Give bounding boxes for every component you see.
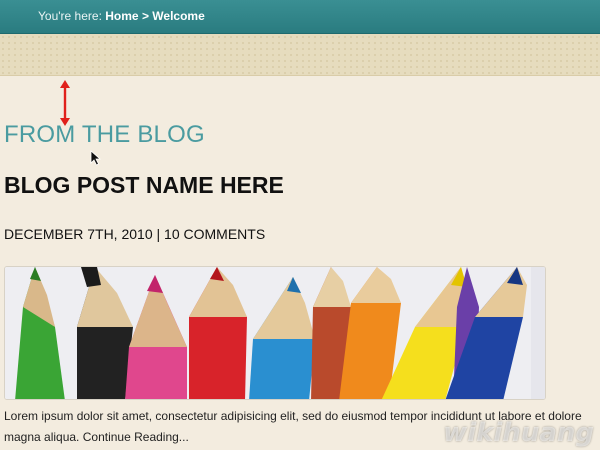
comments-link[interactable]: 10 COMMENTS bbox=[164, 226, 265, 242]
post-date: DECEMBER 7TH, 2010 bbox=[4, 226, 153, 242]
section-title: FROM THE BLOG bbox=[4, 121, 205, 148]
double-headed-arrow-icon bbox=[60, 80, 70, 126]
post-meta: DECEMBER 7TH, 2010 | 10 COMMENTS bbox=[4, 226, 265, 242]
mouse-cursor-icon bbox=[90, 150, 102, 166]
colored-pencils-image bbox=[5, 267, 545, 399]
breadcrumb: You're here: Home > Welcome bbox=[38, 9, 205, 23]
breadcrumb-prefix: You're here: bbox=[38, 9, 102, 23]
breadcrumb-separator: > bbox=[141, 9, 149, 23]
top-bar: You're here: Home > Welcome bbox=[0, 0, 600, 34]
header-texture-strip bbox=[0, 34, 600, 76]
breadcrumb-home-link[interactable]: Home bbox=[105, 9, 138, 23]
post-title[interactable]: BLOG POST NAME HERE bbox=[4, 172, 284, 199]
post-featured-image[interactable] bbox=[4, 266, 546, 400]
breadcrumb-current: Welcome bbox=[152, 9, 205, 23]
watermark: wikihuang bbox=[443, 418, 594, 448]
continue-reading-link[interactable]: Continue Reading... bbox=[83, 430, 189, 444]
meta-separator: | bbox=[156, 226, 161, 242]
